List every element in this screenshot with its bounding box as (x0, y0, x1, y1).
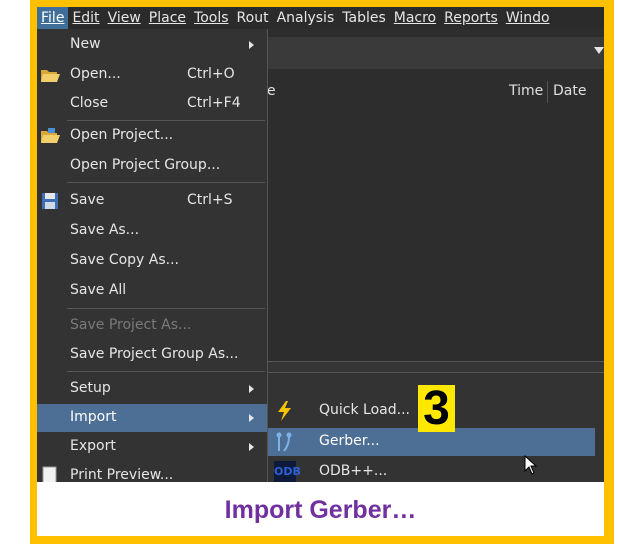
panel-body (267, 105, 604, 365)
menu-item-save-all[interactable]: Save All (37, 277, 267, 305)
menu-bar: File Edit View Place Tools Rout Analysis… (37, 7, 604, 29)
file-menu-dropdown: New Open... Ctrl+O Close Ctrl+F4 Open Pr… (37, 29, 268, 482)
menu-item-open-project-group[interactable]: Open Project Group... (37, 152, 267, 180)
menu-item-save-copy-as[interactable]: Save Copy As... (37, 247, 267, 275)
submenu-item-odb[interactable]: ODB ODB++... (268, 458, 595, 482)
menu-file[interactable]: File (37, 7, 69, 29)
frame-border-bottom (30, 536, 614, 544)
open-folder-icon (41, 70, 60, 82)
lightning-icon (278, 401, 291, 421)
column-header-name[interactable]: e (267, 83, 276, 99)
menu-separator (67, 308, 265, 309)
menu-item-export[interactable]: Export (37, 433, 267, 461)
mouse-cursor-icon (524, 455, 538, 475)
odb-icon: ODB (274, 461, 301, 482)
submenu-arrow-icon (249, 41, 254, 49)
menu-item-setup[interactable]: Setup (37, 375, 267, 403)
menu-item-close[interactable]: Close Ctrl+F4 (37, 90, 267, 118)
menu-item-import[interactable]: Import (37, 404, 267, 432)
floppy-disk-icon (42, 193, 58, 209)
menu-reports[interactable]: Reports (440, 7, 502, 29)
menu-separator (67, 371, 265, 372)
screenshot-frame: File Edit View Place Tools Rout Analysis… (0, 0, 618, 544)
open-project-icon (41, 128, 60, 143)
gerber-probe-icon (276, 432, 292, 452)
menu-tools[interactable]: Tools (190, 7, 233, 29)
menu-item-save-as[interactable]: Save As... (37, 217, 267, 245)
menu-window[interactable]: Windo (502, 7, 554, 29)
print-preview-icon (42, 466, 57, 482)
panel-toolbar (267, 37, 604, 69)
menu-tables[interactable]: Tables (338, 7, 390, 29)
menu-separator (67, 182, 265, 183)
menu-rout[interactable]: Rout (233, 7, 273, 29)
column-divider (547, 81, 548, 103)
menu-edit[interactable]: Edit (68, 7, 103, 29)
caption-text: Import Gerber… (37, 482, 604, 536)
menu-item-save[interactable]: Save Ctrl+S (37, 187, 267, 215)
menu-item-save-project-as: Save Project As... (70, 317, 192, 333)
menu-item-save-project-group-as[interactable]: Save Project Group As... (37, 341, 267, 369)
submenu-arrow-icon (249, 443, 254, 451)
menu-view[interactable]: View (104, 7, 145, 29)
menu-macro[interactable]: Macro (390, 7, 440, 29)
panel-column-header: e Time Date (267, 81, 604, 105)
menu-separator (67, 120, 265, 121)
menu-item-print-preview[interactable]: Print Preview... (37, 462, 267, 482)
menu-item-new[interactable]: New (37, 31, 267, 59)
menu-analysis[interactable]: Analysis (273, 7, 339, 29)
submenu-arrow-icon (249, 385, 254, 393)
frame-border-left (30, 0, 37, 544)
menu-place[interactable]: Place (145, 7, 190, 29)
frame-border-right (604, 0, 614, 544)
application-window: File Edit View Place Tools Rout Analysis… (37, 7, 604, 482)
menu-item-open[interactable]: Open... Ctrl+O (37, 61, 267, 89)
panel-dropdown-icon[interactable] (594, 47, 604, 54)
step-number-badge: 3 (418, 385, 455, 433)
menu-item-open-project[interactable]: Open Project... (37, 122, 267, 150)
column-header-date[interactable]: Date (553, 83, 586, 99)
frame-border-top (30, 0, 614, 7)
column-header-time[interactable]: Time (509, 83, 543, 99)
submenu-arrow-icon (249, 414, 254, 422)
